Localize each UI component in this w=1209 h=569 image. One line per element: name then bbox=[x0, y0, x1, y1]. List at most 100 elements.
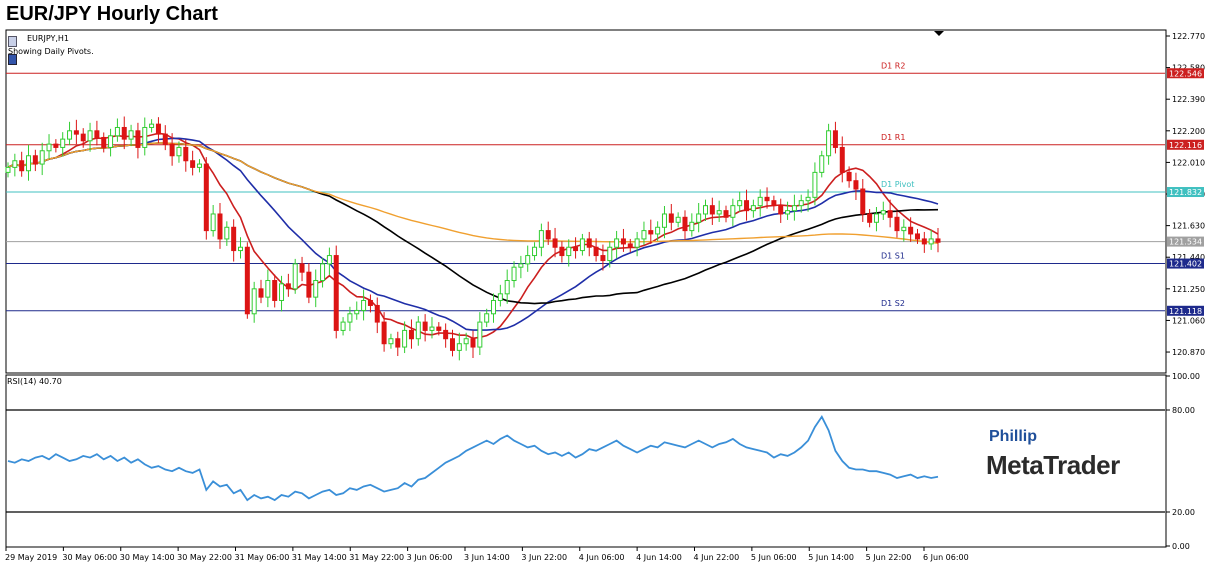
level-price-tags: 122.546 122.116 121.832 121.402 121.118 121.5… bbox=[1167, 68, 1204, 316]
candle-body bbox=[456, 343, 462, 351]
level-name: D1 S1 bbox=[881, 252, 905, 261]
candle-body bbox=[832, 130, 838, 148]
time-tick-label: 31 May 22:00 bbox=[349, 553, 404, 562]
symbol-label: EURJPY,H1 bbox=[27, 34, 70, 43]
candle-body bbox=[408, 329, 414, 340]
rsi-label: RSI(14) 40.70 bbox=[7, 377, 62, 386]
candle-body bbox=[367, 299, 373, 306]
candle-body bbox=[908, 226, 914, 235]
candle-body bbox=[559, 246, 565, 257]
candle-body bbox=[26, 155, 32, 172]
candle-body bbox=[887, 210, 893, 218]
level-tag-text: 122.116 bbox=[1169, 141, 1202, 150]
level-name: D1 S2 bbox=[881, 299, 905, 308]
candle-body bbox=[142, 126, 148, 148]
price-tick-label: 121.630 bbox=[1172, 222, 1205, 231]
time-tick-label: 30 May 14:00 bbox=[120, 553, 175, 562]
time-tick-label: 4 Jun 06:00 bbox=[579, 553, 625, 562]
candle-body bbox=[224, 226, 230, 240]
candle-body bbox=[5, 166, 11, 173]
candle-body bbox=[272, 280, 278, 301]
current-price-text: 121.534 bbox=[1169, 238, 1202, 247]
candle-body bbox=[839, 146, 845, 173]
candle-body bbox=[668, 213, 674, 223]
price-tick-label: 122.390 bbox=[1172, 95, 1205, 104]
candle-body bbox=[46, 143, 52, 152]
candle-body bbox=[149, 123, 155, 128]
price-tick-label: 121.060 bbox=[1172, 316, 1205, 325]
level-tag-text: 122.546 bbox=[1169, 69, 1202, 78]
candle-body bbox=[190, 160, 196, 168]
candle-body bbox=[634, 238, 640, 248]
candle-body bbox=[333, 255, 339, 331]
candle-body bbox=[928, 238, 934, 245]
candle-body bbox=[593, 246, 599, 257]
time-tick-label: 29 May 2019 bbox=[5, 553, 57, 562]
candle-body bbox=[538, 230, 544, 248]
candle-body bbox=[388, 338, 394, 345]
candle-body bbox=[128, 130, 134, 140]
candle-body bbox=[627, 243, 633, 248]
brand-line-2: MetaTrader bbox=[986, 450, 1120, 480]
candle-body bbox=[73, 130, 79, 135]
candle-body bbox=[846, 171, 852, 182]
candle-body bbox=[484, 313, 490, 323]
candle-body bbox=[292, 263, 298, 290]
candle-body bbox=[716, 210, 722, 215]
candle-body bbox=[798, 200, 804, 207]
candle-body bbox=[744, 200, 750, 212]
candle-body bbox=[497, 293, 503, 301]
candle-body bbox=[764, 196, 770, 202]
time-tick-label: 3 Jun 22:00 bbox=[521, 553, 567, 562]
candle-body bbox=[894, 216, 900, 232]
candle-body bbox=[19, 160, 25, 172]
candle-body bbox=[251, 288, 257, 315]
candle-body bbox=[757, 196, 763, 207]
candle-body bbox=[244, 246, 250, 315]
candle-body bbox=[600, 255, 606, 262]
brand-line-1: Phillip bbox=[989, 428, 1037, 445]
time-axis: 29 May 2019 30 May 06:00 30 May 14:00 30 Ma… bbox=[5, 547, 969, 562]
candle-body bbox=[791, 205, 797, 212]
candle-body bbox=[504, 280, 510, 295]
rsi-tick-label: 100.00 bbox=[1172, 372, 1200, 381]
time-tick-label: 6 Jun 06:00 bbox=[923, 553, 969, 562]
candle-body bbox=[826, 130, 832, 157]
candle-body bbox=[675, 216, 681, 223]
candle-body bbox=[532, 246, 538, 257]
candle-body bbox=[415, 321, 421, 340]
candle-body bbox=[696, 213, 702, 223]
candle-body bbox=[935, 238, 941, 243]
candle-body bbox=[340, 321, 346, 331]
candle-body bbox=[607, 246, 613, 262]
candle-body bbox=[395, 338, 401, 348]
candle-body bbox=[511, 266, 517, 282]
time-tick-label: 5 Jun 14:00 bbox=[808, 553, 854, 562]
candle-body bbox=[730, 205, 736, 218]
candle-body bbox=[552, 238, 558, 248]
candle-body bbox=[80, 133, 86, 142]
rsi-y-axis: 100.00 80.00 20.00 0.00 bbox=[1166, 372, 1200, 551]
candle-body bbox=[313, 280, 319, 298]
candle-body bbox=[231, 226, 237, 252]
level-tag-text: 121.402 bbox=[1169, 260, 1202, 269]
candle-body bbox=[53, 143, 59, 148]
candle-body bbox=[703, 205, 708, 215]
candle-body bbox=[183, 146, 189, 162]
chart-canvas[interactable]: D1 R2 D1 R1 D1 Pivot D1 S1 D1 S2 122.770 122.… bbox=[0, 0, 1209, 569]
price-tick-label: 120.870 bbox=[1172, 348, 1205, 357]
candle-body bbox=[860, 188, 866, 215]
candle-body bbox=[101, 136, 107, 148]
candle-body bbox=[921, 238, 927, 245]
candle-body bbox=[449, 338, 455, 351]
candle-body bbox=[39, 150, 45, 165]
candle-body bbox=[518, 263, 524, 268]
candle-body bbox=[614, 238, 620, 248]
candle-body bbox=[217, 213, 223, 240]
candle-body bbox=[429, 326, 435, 331]
price-tick-label: 122.200 bbox=[1172, 127, 1205, 136]
chart-toolbar-icons bbox=[8, 34, 24, 65]
candle-body bbox=[853, 180, 859, 190]
candle-body bbox=[203, 163, 209, 232]
candle-body bbox=[778, 205, 784, 215]
